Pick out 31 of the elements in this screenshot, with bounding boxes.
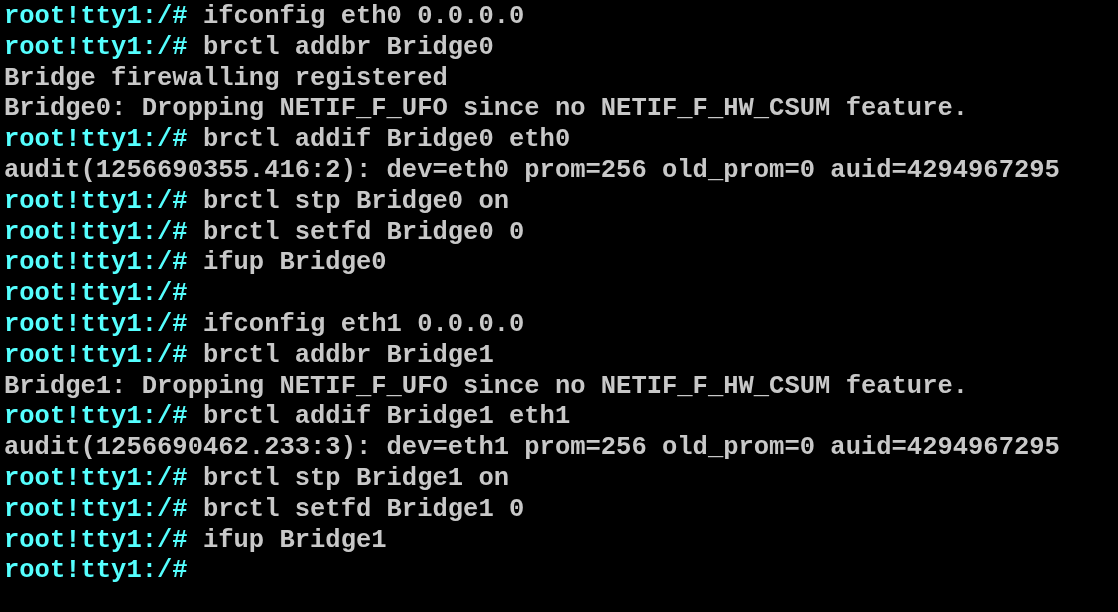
shell-prompt: root!tty1:/# <box>4 525 188 557</box>
shell-prompt: root!tty1:/# <box>4 402 188 434</box>
output-text: audit(1256690355.416:2): dev=eth0 prom=256 old_prom=0 auid=4294967295 <box>4 156 1060 187</box>
command-text: ifconfig eth0 0.0.0.0 <box>202 2 525 33</box>
shell-prompt: root!tty1:/# <box>4 309 188 341</box>
command-text: brctl addif Bridge0 eth0 <box>202 125 571 156</box>
shell-prompt: root!tty1:/# <box>4 125 188 156</box>
shell-prompt: root!tty1:/# <box>4 279 188 310</box>
shell-prompt: root!tty1:/# <box>4 248 188 280</box>
shell-prompt: root!tty1:/# <box>4 340 188 372</box>
command-text: brctl stp Bridge0 on <box>202 186 509 218</box>
shell-prompt: root!tty1:/# <box>4 494 188 526</box>
output-text: Bridge0: Dropping NETIF_F_UFO since no NETIF_F_HW_CSUM feature. <box>4 94 969 126</box>
command-text: ifup Bridge0 <box>202 248 387 280</box>
output-text: Bridge firewalling registered <box>4 63 448 95</box>
command-text: brctl stp Bridge1 on <box>202 463 509 495</box>
command-text: brctl addbr Bridge0 <box>202 32 494 64</box>
command-text: brctl addbr Bridge1 <box>202 340 494 372</box>
shell-prompt: root!tty1:/# <box>4 32 188 64</box>
command-text: brctl addif Bridge1 eth1 <box>202 402 571 434</box>
shell-prompt: root!tty1:/# <box>4 463 188 495</box>
command-text: brctl setfd Bridge0 0 <box>202 217 525 249</box>
shell-prompt: root!tty1:/# <box>4 556 188 588</box>
shell-prompt: root!tty1:/# <box>4 186 188 218</box>
shell-prompt: root!tty1:/# <box>4 217 188 249</box>
shell-prompt: root!tty1:/# <box>4 2 188 33</box>
command-text: ifup Bridge1 <box>202 525 387 557</box>
command-text: ifconfig eth1 0.0.0.0 <box>202 309 525 341</box>
command-text: brctl setfd Bridge1 0 <box>202 494 525 526</box>
output-text: Bridge1: Dropping NETIF_F_UFO since no NETIF_F_HW_CSUM feature. <box>4 371 969 403</box>
output-text: audit(1256690462.233:3): dev=eth1 prom=256 old_prom=0 auid=4294967295 <box>4 433 1060 464</box>
